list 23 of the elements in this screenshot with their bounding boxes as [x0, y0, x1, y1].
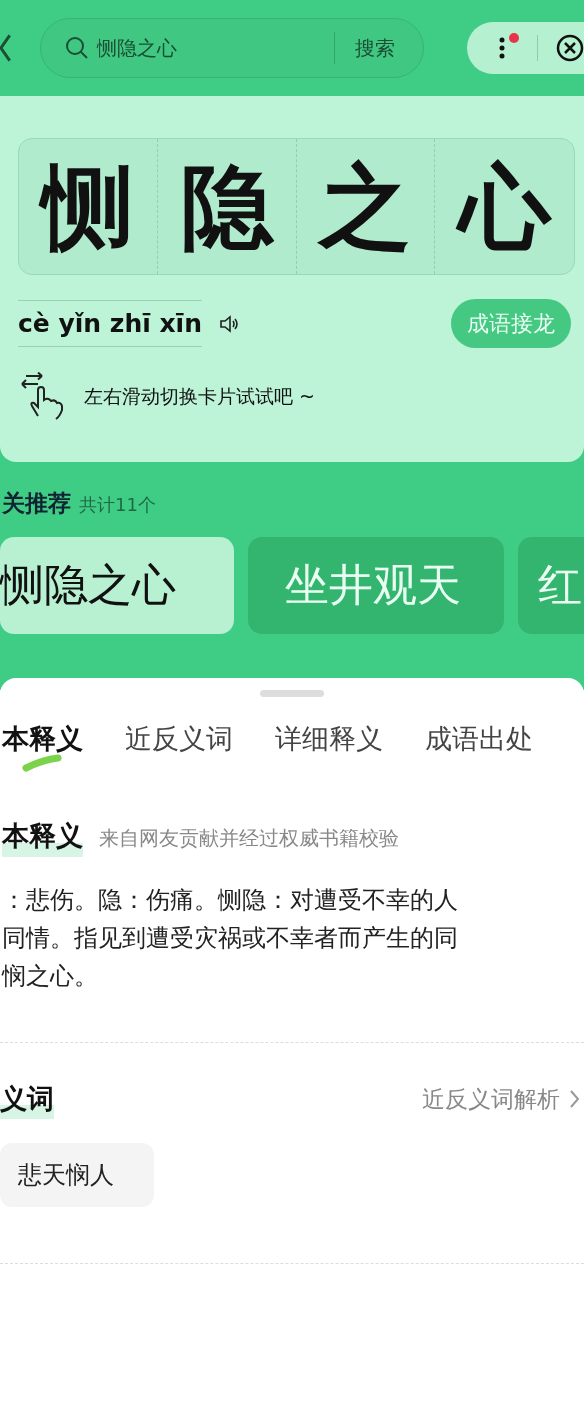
tab[interactable]: 成语出处 — [425, 721, 533, 777]
search-button[interactable]: 搜索 — [334, 32, 401, 64]
drag-handle[interactable] — [260, 690, 324, 697]
definition-line: 悯之心。 — [2, 961, 99, 993]
pinyin: cè yǐn zhī xīn — [18, 299, 202, 348]
swipe-hint: 左右滑动切换卡片试试吧 ~ — [84, 383, 315, 409]
definition-line: ：悲伤。隐：伤痛。恻隐：对遭受不幸的人 — [2, 884, 459, 916]
tab[interactable]: 详细释义 — [275, 721, 383, 777]
section-title: 关推荐 — [2, 489, 71, 518]
back-icon[interactable] — [0, 33, 14, 63]
tab[interactable]: 本释义 — [2, 721, 83, 777]
idiom-character: 之 — [319, 160, 412, 253]
definition-line: 同情。指见到遭受灾祸或不幸者而产生的同 — [2, 923, 459, 954]
analysis-link[interactable]: 近反义词解析 — [422, 1081, 560, 1117]
synonym-chip[interactable]: 悲天悯人 — [0, 1143, 154, 1208]
tab[interactable]: 近反义词 — [125, 721, 233, 777]
chevron-right-icon[interactable] — [568, 1088, 580, 1110]
search-icon — [64, 36, 89, 60]
count-label: 共计11个 — [79, 493, 156, 517]
search-field[interactable]: 恻隐之心 搜索 — [39, 18, 424, 78]
source-note: 来自网友贡献并经过权威书籍校验 — [99, 825, 399, 853]
idiom-character: 隐 — [180, 160, 273, 253]
search-text: 恻隐之心 — [96, 35, 178, 62]
